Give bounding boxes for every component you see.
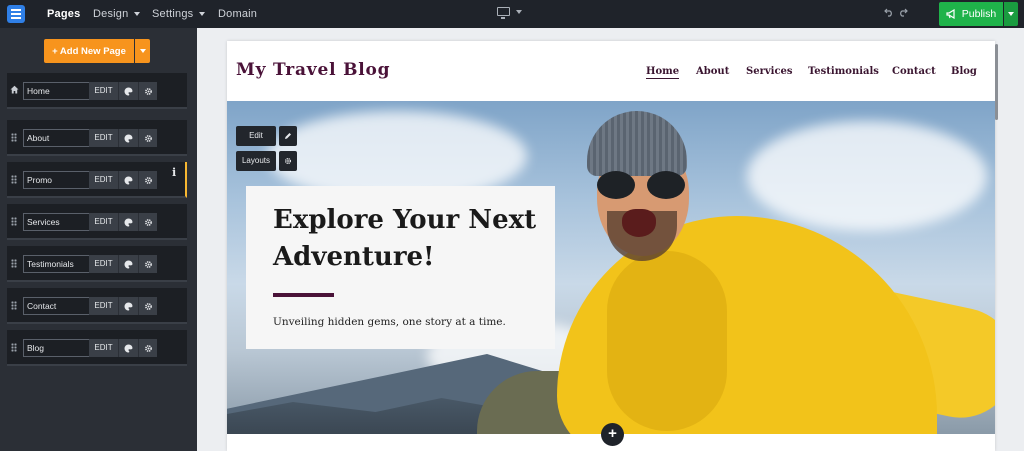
history-controls (884, 7, 908, 17)
edit-page-button[interactable]: EDIT (89, 339, 118, 357)
page-name-field[interactable]: Contact (23, 297, 96, 315)
edit-page-button[interactable]: EDIT (89, 171, 118, 189)
hero-photo-mouth (622, 209, 656, 237)
device-switcher[interactable] (497, 7, 522, 19)
drag-handle-icon[interactable] (11, 217, 17, 226)
site-nav-blog[interactable]: Blog (951, 66, 977, 77)
page-name-field[interactable]: Services (23, 213, 96, 231)
palette-icon[interactable] (118, 129, 138, 147)
drag-handle-icon[interactable] (11, 133, 17, 142)
redo-icon[interactable] (898, 7, 908, 17)
add-section-button[interactable]: + (601, 423, 624, 446)
site-nav-about[interactable]: About (696, 66, 729, 77)
nav-pages[interactable]: Pages (47, 8, 80, 20)
site-nav-home[interactable]: Home (646, 66, 680, 79)
publish-options-button[interactable] (1004, 2, 1018, 26)
palette-icon[interactable] (118, 213, 138, 231)
nav-domain-label: Domain (218, 8, 258, 20)
nav-settings-label: Settings (152, 8, 194, 20)
desktop-monitor-icon (497, 7, 510, 19)
nav-pages-label: Pages (47, 8, 81, 20)
chevron-down-icon (139, 49, 146, 53)
home-icon (10, 85, 19, 94)
palette-icon[interactable] (118, 297, 138, 315)
site-title[interactable]: My Travel Blog (236, 60, 390, 80)
site-nav-contact[interactable]: Contact (892, 66, 936, 77)
palette-icon[interactable] (118, 171, 138, 189)
gear-icon[interactable] (138, 339, 157, 357)
editor-canvas: My Travel Blog Home About Services Testi… (197, 28, 1024, 451)
chevron-down-icon (199, 12, 206, 16)
page-row-services: Services EDIT (7, 204, 187, 240)
info-icon[interactable]: i (172, 166, 176, 179)
add-page-options-button[interactable] (135, 39, 150, 63)
gear-icon[interactable] (138, 297, 157, 315)
drag-handle-icon[interactable] (11, 343, 17, 352)
gear-icon[interactable] (279, 151, 297, 171)
edit-page-button[interactable]: EDIT (89, 213, 118, 231)
hero-title[interactable]: Explore Your Next Adventure! (273, 202, 543, 276)
publish-button[interactable]: Publish (939, 2, 1003, 26)
site-nav-services[interactable]: Services (746, 66, 793, 77)
chevron-down-icon (1008, 12, 1014, 16)
page-row-about: About EDIT (7, 120, 187, 156)
page-name-field[interactable]: Home (23, 82, 96, 100)
site-nav-testimonials[interactable]: Testimonials (808, 66, 879, 77)
pages-sidebar: + Add New Page Home EDIT About EDIT Prom… (0, 28, 197, 451)
pencil-icon[interactable] (279, 126, 297, 146)
page-name-field[interactable]: Promo (23, 171, 96, 189)
palette-icon[interactable] (118, 339, 138, 357)
nav-domain[interactable]: Domain (218, 8, 257, 20)
publish-label: Publish (961, 8, 997, 20)
page-row-promo: Promo EDIT i (7, 162, 187, 198)
page-row-home: Home EDIT (7, 73, 187, 109)
page-row-blog: Blog EDIT (7, 330, 187, 366)
chevron-down-icon (516, 9, 522, 14)
hero-section[interactable]: Edit Layouts Explore Your Next Adventure… (227, 101, 995, 434)
top-bar: Pages Design Settings Domain Publish (0, 0, 1024, 28)
layouts-button[interactable]: Layouts (236, 151, 276, 171)
page-name-field[interactable]: Blog (23, 339, 96, 357)
edit-page-button[interactable]: EDIT (89, 297, 118, 315)
gear-icon[interactable] (138, 82, 157, 100)
drag-handle-icon[interactable] (11, 175, 17, 184)
hero-divider (273, 293, 334, 297)
gear-icon[interactable] (138, 255, 157, 273)
hero-photo-sunglasses (595, 171, 689, 201)
drag-handle-icon[interactable] (11, 259, 17, 268)
hero-photo-shade (607, 251, 727, 431)
add-new-page-label: + Add New Page (52, 45, 126, 57)
drag-handle-icon[interactable] (11, 301, 17, 310)
palette-icon[interactable] (118, 255, 138, 273)
edit-page-button[interactable]: EDIT (89, 82, 118, 100)
hero-text-card: Explore Your Next Adventure! Unveiling h… (246, 186, 555, 349)
hero-photo-beanie (587, 111, 687, 176)
page-row-testimonials: Testimonials EDIT (7, 246, 187, 282)
edit-section-button[interactable]: Edit (236, 126, 276, 146)
edit-page-button[interactable]: EDIT (89, 255, 118, 273)
hero-subtitle[interactable]: Unveiling hidden gems, one story at a ti… (273, 316, 506, 328)
palette-icon[interactable] (118, 82, 138, 100)
undo-icon[interactable] (884, 7, 894, 17)
add-new-page-button[interactable]: + Add New Page (44, 39, 134, 63)
page-name-field[interactable]: Testimonials (23, 255, 96, 273)
edit-page-button[interactable]: EDIT (89, 129, 118, 147)
gear-icon[interactable] (138, 129, 157, 147)
cloud-shape (747, 121, 987, 231)
megaphone-icon (946, 9, 955, 19)
site-preview: My Travel Blog Home About Services Testi… (227, 41, 995, 451)
gear-icon[interactable] (138, 213, 157, 231)
menu-logo-icon[interactable] (7, 5, 25, 23)
page-name-field[interactable]: About (23, 129, 96, 147)
nav-settings[interactable]: Settings (152, 8, 206, 20)
gear-icon[interactable] (138, 171, 157, 189)
canvas-scrollbar[interactable] (995, 44, 998, 120)
nav-design-label: Design (93, 8, 129, 20)
nav-design[interactable]: Design (93, 8, 141, 20)
page-row-contact: Contact EDIT (7, 288, 187, 324)
chevron-down-icon (134, 12, 141, 16)
